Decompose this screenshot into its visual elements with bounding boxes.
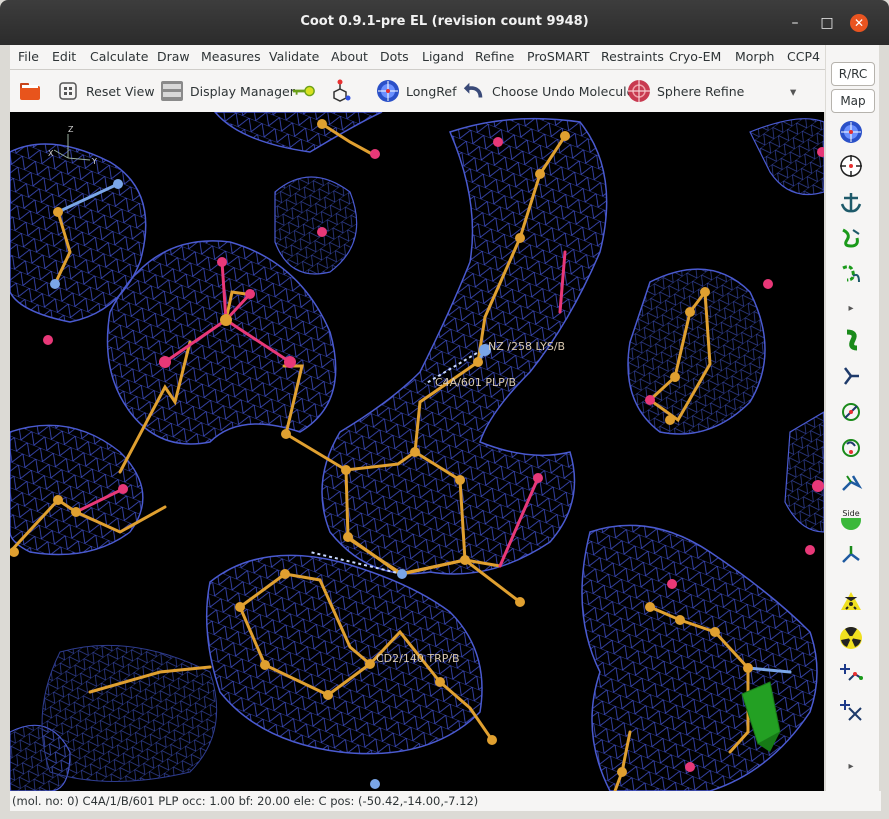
right-toolbar: R/RC Map ▸ Side ▸ <box>826 45 879 791</box>
menu-restraints[interactable]: Restraints <box>601 49 664 64</box>
menu-refine[interactable]: Refine <box>475 49 514 64</box>
rigid-body-icon <box>846 329 858 351</box>
menu-draw[interactable]: Draw <box>157 49 190 64</box>
menu-bar: File Edit Calculate Draw Measures Valida… <box>10 45 825 70</box>
menu-about[interactable]: About <box>331 49 368 64</box>
flip-icon <box>842 475 863 491</box>
axis-z-label: Z <box>68 125 74 134</box>
density-map-view: NZ /258 LYS/B C4A/601 PLP/B CD2/140 TRP/… <box>10 112 824 791</box>
longref-icon <box>376 79 400 103</box>
edit-chi-button[interactable] <box>838 399 864 425</box>
refine-zone-button[interactable] <box>838 261 864 287</box>
side-chain-icon: Side <box>840 508 862 530</box>
side-chain-button[interactable]: Side <box>838 505 864 531</box>
display-manager-label: Display Manager <box>190 83 295 99</box>
torsion-icon <box>842 439 860 457</box>
menu-prosmart[interactable]: ProSMART <box>527 49 590 64</box>
radiation-small-icon <box>841 592 861 610</box>
graphics-viewport[interactable]: NZ /258 LYS/B C4A/601 PLP/B CD2/140 TRP/… <box>10 112 824 791</box>
axis-y-label: Y <box>91 157 97 166</box>
menu-edit[interactable]: Edit <box>52 49 76 64</box>
rightbar-more-top[interactable]: ▸ <box>838 295 864 321</box>
regularize-zone-button[interactable] <box>838 225 864 251</box>
centre-atom-button[interactable] <box>838 153 864 179</box>
menu-morph[interactable]: Morph <box>735 49 774 64</box>
reset-view-button[interactable]: Reset View <box>56 78 155 104</box>
add-residue-icon <box>840 664 863 681</box>
key-icon <box>292 79 316 103</box>
radiation-icon <box>840 627 862 649</box>
minimize-button[interactable]: – <box>786 14 804 32</box>
label-nz-lys: NZ /258 LYS/B <box>488 340 565 353</box>
sphere-refine-icon <box>627 79 651 103</box>
green-chain-dashed-icon <box>842 265 860 283</box>
rrc-button[interactable]: R/RC <box>831 62 875 86</box>
status-bar: (mol. no: 0) C4A/1/B/601 PLP occ: 1.00 b… <box>10 791 881 811</box>
folder-icon <box>18 79 42 103</box>
anchor-icon <box>840 193 862 213</box>
mutate-button[interactable] <box>838 541 864 567</box>
add-water-button[interactable] <box>838 589 864 615</box>
rotate-translate-button[interactable] <box>838 119 864 145</box>
axis-x-label: X <box>48 149 54 158</box>
menu-file[interactable]: File <box>18 49 39 64</box>
menu-ligand[interactable]: Ligand <box>422 49 464 64</box>
crosshair-icon <box>840 155 862 177</box>
rightbar-more-bottom[interactable]: ▸ <box>838 753 864 779</box>
flip-peptide-button[interactable] <box>838 471 864 497</box>
side-chain-label: Side <box>842 509 859 518</box>
menu-measures[interactable]: Measures <box>201 49 261 64</box>
display-manager-icon <box>160 79 184 103</box>
window-title: Coot 0.9.1-pre EL (revision count 9948) <box>300 14 589 29</box>
add-atom-button[interactable] <box>838 625 864 651</box>
map-button[interactable]: Map <box>831 89 875 113</box>
molecule-icon <box>328 79 352 103</box>
toolbar-overflow-button[interactable]: ▾ <box>790 78 796 104</box>
anchor-button[interactable] <box>838 189 864 215</box>
torsion-general-button[interactable] <box>838 435 864 461</box>
maximize-button[interactable]: □ <box>818 14 836 32</box>
sphere-refine-button[interactable]: Sphere Refine <box>627 78 744 104</box>
reset-view-icon <box>56 79 80 103</box>
label-cd2-trp: CD2/140 TRP/B <box>376 652 460 665</box>
menu-calculate[interactable]: Calculate <box>90 49 148 64</box>
rotamer-icon <box>844 367 859 385</box>
mutate-icon <box>842 546 860 563</box>
delete-icon <box>840 700 862 721</box>
open-file-button[interactable] <box>18 78 42 104</box>
choose-undo-molecule-button[interactable]: Choose Undo Molecule <box>462 78 634 104</box>
rotamer-button[interactable] <box>838 363 864 389</box>
menu-cryo-em[interactable]: Cryo-EM <box>669 49 721 64</box>
go-to-atom-button[interactable] <box>292 78 316 104</box>
undo-arrow-icon <box>462 79 486 103</box>
longref-button[interactable]: LongRef <box>376 78 456 104</box>
delete-button[interactable] <box>838 697 864 723</box>
toolbar: Reset View Display Manager LongRef Choos… <box>10 70 825 112</box>
ligand-builder-button[interactable] <box>328 78 352 104</box>
menu-ccp4[interactable]: CCP4 <box>787 49 820 64</box>
green-chain-icon <box>842 228 860 248</box>
sphere-refine-label: Sphere Refine <box>657 83 745 99</box>
menu-dots[interactable]: Dots <box>380 49 409 64</box>
add-residue-button[interactable] <box>838 661 864 687</box>
display-manager-button[interactable]: Display Manager <box>160 78 295 104</box>
close-button[interactable]: ✕ <box>850 14 868 32</box>
title-bar: Coot 0.9.1-pre EL (revision count 9948) … <box>0 0 889 45</box>
reset-view-label: Reset View <box>86 83 155 99</box>
longref-label: LongRef <box>406 83 457 99</box>
choose-undo-molecule-label: Choose Undo Molecule <box>492 83 635 99</box>
label-c4a-plp: C4A/601 PLP/B <box>435 376 516 389</box>
chi-angle-icon <box>842 403 860 421</box>
rigid-body-fit-button[interactable] <box>838 327 864 353</box>
menu-validate[interactable]: Validate <box>269 49 319 64</box>
rotate-translate-icon <box>840 121 862 143</box>
